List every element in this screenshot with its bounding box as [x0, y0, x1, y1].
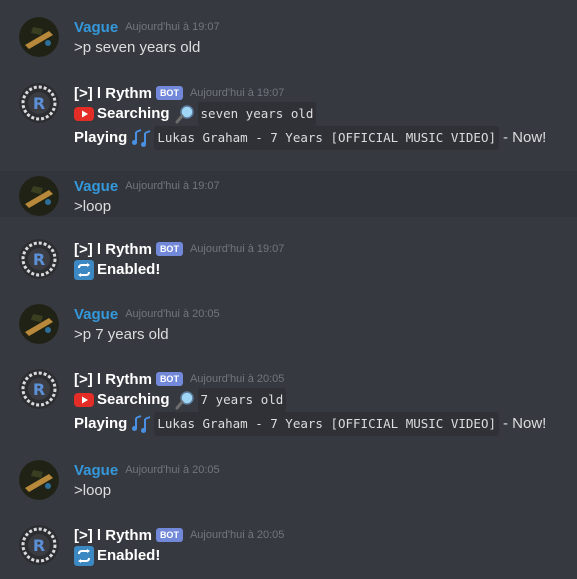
message-bot: R [>] l Rythm BOT Aujourd'hui à 19:07 En… [0, 239, 577, 281]
author-name[interactable]: Vague [74, 178, 118, 195]
bot-badge: BOT [155, 242, 183, 256]
enabled-label: Enabled! [97, 261, 161, 278]
searching-line: Searching 7 years old [74, 388, 567, 412]
playing-line: Playing Lukas Graham - 7 Years [OFFICIAL… [74, 411, 567, 437]
searching-line: Searching seven years old [74, 102, 567, 126]
timestamp: Aujourd'hui à 20:05 [125, 308, 220, 320]
timestamp: Aujourd'hui à 19:07 [125, 180, 220, 192]
timestamp: Aujourd'hui à 20:05 [189, 373, 285, 385]
repeat-icon [74, 546, 94, 566]
magnifier-icon [175, 104, 195, 124]
searching-label: Searching [97, 391, 170, 408]
magnifier-icon [175, 390, 195, 410]
message-user: Vague Aujourd'hui à 19:07 >p seven years… [0, 17, 577, 59]
playing-line: Playing Lukas Graham - 7 Years [OFFICIAL… [74, 125, 567, 151]
message-bot: R [>] l Rythm BOT Aujourd'hui à 20:05 Se… [0, 369, 577, 437]
author-name[interactable]: [>] l Rythm [74, 85, 152, 102]
search-query: 7 years old [197, 388, 287, 412]
enabled-line: Enabled! [74, 259, 567, 281]
playing-label: Playing [74, 129, 128, 146]
timestamp: Aujourd'hui à 20:05 [125, 464, 220, 476]
playing-label: Playing [74, 415, 128, 432]
search-query: seven years old [197, 102, 317, 126]
chat-messages: Vague Aujourd'hui à 19:07 >p seven years… [0, 0, 577, 579]
now-text: - Now! [503, 129, 547, 146]
author-name[interactable]: [>] l Rythm [74, 241, 152, 258]
rythm-avatar[interactable]: R [19, 525, 59, 565]
svg-text:R: R [33, 536, 45, 555]
bot-badge: BOT [155, 528, 183, 542]
svg-text:R: R [33, 380, 45, 399]
message-text: >loop [74, 198, 112, 215]
youtube-icon [74, 104, 94, 124]
message-text: >p 7 years old [74, 326, 169, 343]
enabled-line: Enabled! [74, 545, 567, 567]
user-avatar[interactable] [19, 17, 59, 57]
track-title: Lukas Graham - 7 Years [OFFICIAL MUSIC V… [154, 126, 500, 150]
timestamp: Aujourd'hui à 19:07 [125, 21, 220, 33]
bot-badge: BOT [155, 372, 183, 386]
message-user: Vague Aujourd'hui à 20:05 >p 7 years old [0, 304, 577, 346]
message-bot: R [>] l Rythm BOT Aujourd'hui à 19:07 Se… [0, 83, 577, 151]
now-text: - Now! [503, 415, 547, 432]
user-avatar[interactable] [19, 176, 59, 216]
bot-badge: BOT [155, 86, 183, 100]
author-name[interactable]: Vague [74, 462, 118, 479]
searching-label: Searching [97, 105, 170, 122]
author-name[interactable]: [>] l Rythm [74, 371, 152, 388]
enabled-label: Enabled! [97, 547, 161, 564]
message-bot: R [>] l Rythm BOT Aujourd'hui à 20:05 En… [0, 525, 577, 567]
message-user: Vague Aujourd'hui à 19:07 >loop [0, 171, 577, 217]
timestamp: Aujourd'hui à 19:07 [189, 87, 285, 99]
message-user: Vague Aujourd'hui à 20:05 >loop [0, 460, 577, 502]
track-title: Lukas Graham - 7 Years [OFFICIAL MUSIC V… [154, 412, 500, 436]
timestamp: Aujourd'hui à 19:07 [189, 243, 285, 255]
youtube-icon [74, 390, 94, 410]
repeat-icon [74, 260, 94, 280]
svg-text:R: R [33, 94, 45, 113]
rythm-avatar[interactable]: R [19, 239, 59, 279]
message-text: >p seven years old [74, 39, 201, 56]
author-name[interactable]: Vague [74, 306, 118, 323]
rythm-avatar[interactable]: R [19, 83, 59, 123]
author-name[interactable]: Vague [74, 19, 118, 36]
author-name[interactable]: [>] l Rythm [74, 527, 152, 544]
svg-text:R: R [33, 250, 45, 269]
message-text: >loop [74, 482, 112, 499]
music-notes-icon [131, 414, 151, 434]
music-notes-icon [131, 128, 151, 148]
rythm-avatar[interactable]: R [19, 369, 59, 409]
timestamp: Aujourd'hui à 20:05 [189, 529, 285, 541]
user-avatar[interactable] [19, 304, 59, 344]
user-avatar[interactable] [19, 460, 59, 500]
